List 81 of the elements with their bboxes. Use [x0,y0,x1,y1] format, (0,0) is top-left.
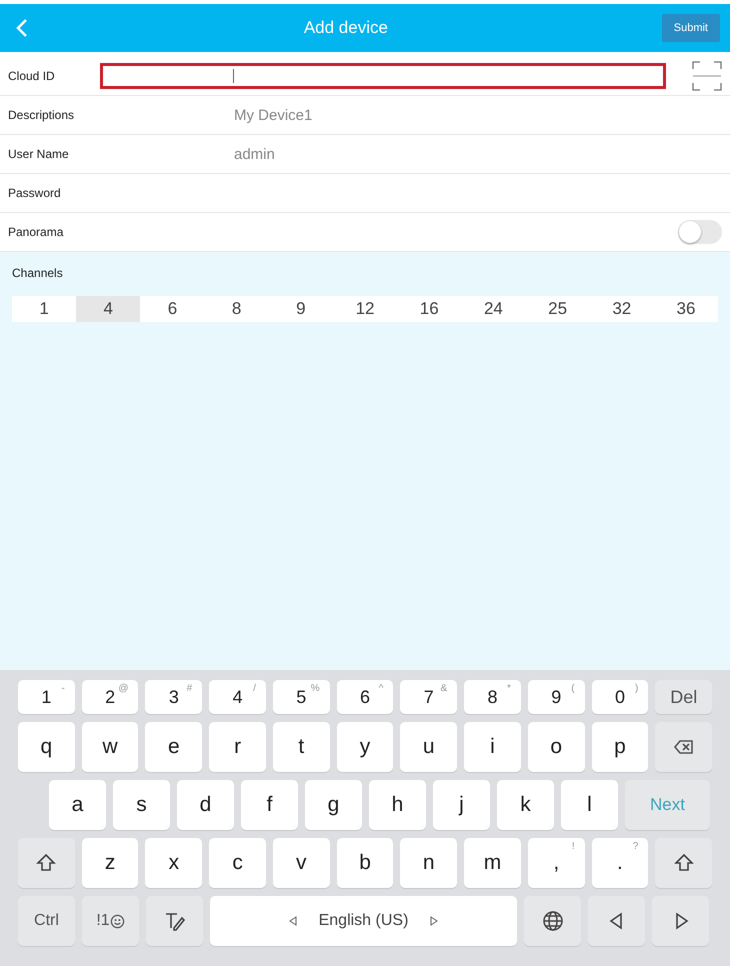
key[interactable]: v [272,838,330,888]
key-hint: % [310,683,320,694]
shift-key[interactable] [655,838,712,888]
key[interactable]: h [369,780,426,830]
smiley-icon [110,914,125,928]
key[interactable]: o [528,722,585,772]
key[interactable]: j [433,780,490,830]
language-label: English (US) [318,912,408,930]
toggle-switch[interactable] [678,220,722,244]
key[interactable]: n [400,838,458,888]
key[interactable]: 4 / [209,680,266,714]
key[interactable]: 5 % [272,680,330,714]
key[interactable]: Ctrl [18,896,75,946]
key[interactable]: 0 ) [592,680,648,714]
key-hint: / [253,683,256,694]
symbols-key[interactable]: !1 [82,896,139,946]
key[interactable]: d [177,780,234,830]
key[interactable]: q [18,722,75,772]
key[interactable]: c [209,838,266,888]
key[interactable]: r [209,722,266,772]
key[interactable]: l [561,780,618,830]
channels-label: Channels [12,266,64,280]
input-field[interactable] [100,63,666,89]
scan-icon[interactable] [692,61,722,91]
key-hint: ) [635,683,638,694]
key[interactable]: b [336,838,394,888]
field-label: Cloud ID [8,69,56,83]
key[interactable]: z [82,838,138,888]
key[interactable]: , ! [528,838,585,888]
field-label: Panorama [8,225,64,239]
space-key[interactable]: English (US) [210,896,517,946]
backspace-key[interactable] [655,722,712,772]
input-field[interactable]: admin [100,141,642,167]
input-field[interactable]: My Device1 [100,102,642,128]
key-hint: & [440,683,448,694]
key[interactable]: g [305,780,362,830]
globe-icon [540,909,564,933]
globe-key[interactable] [524,896,581,946]
key[interactable]: Del [655,680,712,714]
channel-option[interactable]: 4 [76,296,140,322]
key[interactable]: 6 ^ [336,680,394,714]
shift-key[interactable] [18,838,75,888]
key[interactable]: 9 ( [528,680,585,714]
right-triangle-icon [430,916,438,926]
key[interactable]: f [241,780,298,830]
key-hint: * [506,683,511,694]
field-label: User Name [8,147,70,161]
key[interactable]: s [113,780,170,830]
key[interactable]: e [145,722,202,772]
left-triangle-icon [288,916,297,926]
key-hint: ^ [378,683,384,694]
key[interactable]: y [336,722,394,772]
handwriting-key[interactable] [146,896,203,946]
key[interactable]: . ? [592,838,648,888]
key[interactable]: i [464,722,521,772]
key[interactable]: a [49,780,106,830]
key-hint: ! [572,841,575,852]
key[interactable]: 1 - [18,680,75,714]
key[interactable]: 2 @ [82,680,138,714]
key[interactable]: 8 * [464,680,521,714]
key-hint: @ [118,683,128,694]
field-label: Password [8,186,62,200]
key[interactable]: k [497,780,554,830]
key[interactable]: p [592,722,648,772]
key[interactable]: t [272,722,330,772]
page-title: Add device [304,18,388,38]
key-hint: - [61,683,65,694]
key-hint: ? [632,841,638,852]
key[interactable]: m [464,838,521,888]
key[interactable]: x [145,838,202,888]
text-cursor [233,69,234,83]
submit-button[interactable]: Submit [662,14,720,42]
key[interactable]: 7 & [400,680,458,714]
left-key[interactable] [588,896,645,946]
key[interactable]: w [82,722,138,772]
right-key[interactable] [652,896,709,946]
field-label: Descriptions [8,108,76,122]
key[interactable]: u [400,722,458,772]
key-hint: # [186,683,192,694]
key[interactable]: 3 # [145,680,202,714]
key-hint: ( [571,683,575,694]
